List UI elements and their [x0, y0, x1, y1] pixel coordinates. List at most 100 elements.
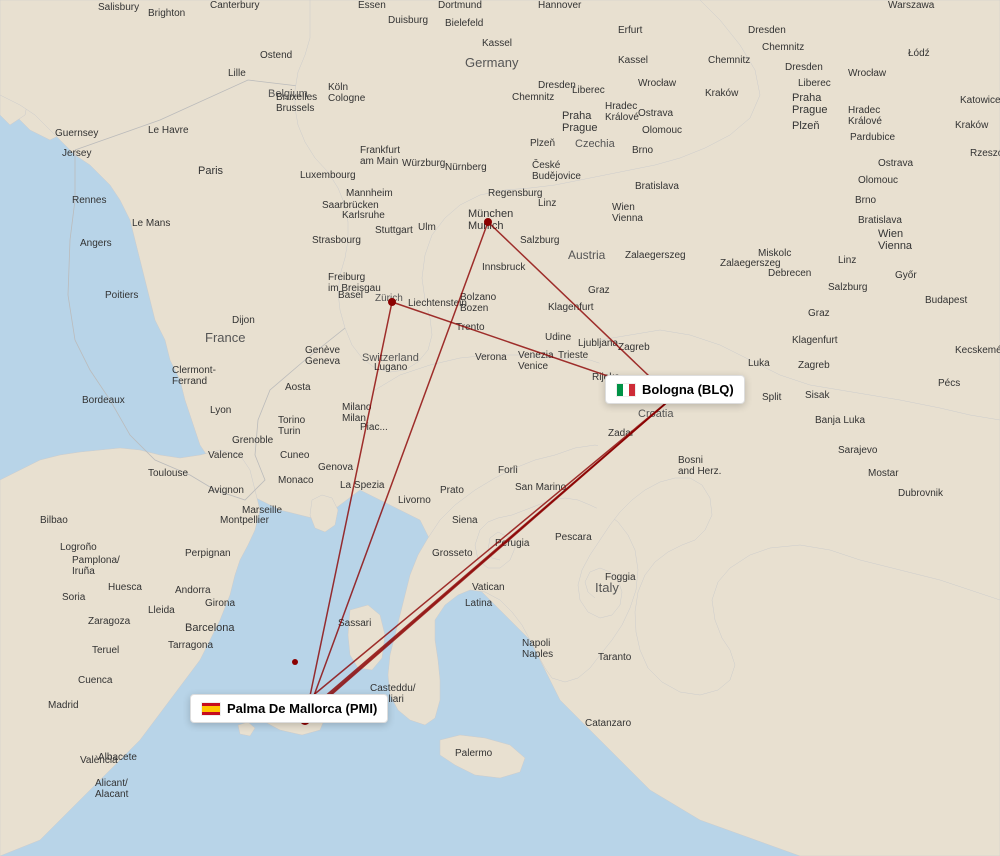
city-logrono: Logroño: [60, 542, 97, 553]
city-wroclaw: Wrocław: [638, 78, 676, 89]
city-basel: Basel: [338, 290, 363, 301]
city-hradec2: HradecKrálové: [848, 105, 882, 127]
city-vienna: WienVienna: [612, 202, 643, 224]
city-venice: VeneziaVenice: [518, 350, 554, 372]
city-lodz: Łódź: [908, 48, 930, 59]
airport-pmi-label: Palma De Mallorca (PMI): [227, 701, 377, 716]
city-innsbruck: Innsbruck: [482, 262, 525, 273]
city-paris: Paris: [198, 165, 223, 177]
city-wurzburg: Würzburg: [402, 158, 445, 169]
city-milano: MilanoMilan: [342, 402, 371, 424]
city-austria: Austria: [568, 248, 605, 262]
city-ostrava2: Ostrava: [878, 158, 913, 169]
city-france: France: [205, 330, 245, 345]
city-liechtenstein: Liechtenstein: [408, 298, 467, 309]
city-monaco: Monaco: [278, 475, 314, 486]
city-rzeszow: Rzeszów: [970, 148, 1000, 159]
city-torino: TorinoTurin: [278, 415, 305, 437]
city-sisak: Sisak: [805, 390, 829, 401]
city-czechia: Czechia: [575, 138, 615, 150]
city-strasbourg: Strasbourg: [312, 235, 361, 246]
city-dresden: Dresden: [538, 80, 576, 91]
city-bratislava2: Bratislava: [858, 215, 902, 226]
city-regensburg: Regensburg: [488, 188, 542, 199]
city-zalaegerszeg: Zalaegerszeg: [625, 250, 686, 261]
city-ceske: ČeskéBudějovice: [532, 160, 581, 182]
city-chemnitz2: Chemnitz: [708, 55, 750, 66]
city-zagreb2: Zagreb: [798, 360, 830, 371]
city-bratislava: Bratislava: [635, 181, 679, 192]
city-brno2: Brno: [855, 195, 876, 206]
city-perpignan: Perpignan: [185, 548, 231, 559]
city-sarajevo: Sarajevo: [838, 445, 877, 456]
city-linz: Linz: [538, 198, 556, 209]
city-foggia: Foggia: [605, 572, 636, 583]
city-grosseto: Grosseto: [432, 548, 473, 559]
city-bosnia: Bosniand Herz.: [678, 455, 721, 477]
city-genova: Genova: [318, 462, 353, 473]
city-cuenca: Cuenca: [78, 675, 112, 686]
city-udine: Udine: [545, 332, 571, 343]
city-liberec2: Liberec: [798, 78, 831, 89]
city-girona: Girona: [205, 598, 235, 609]
city-plzen2: Plzeň: [792, 120, 820, 132]
city-munich: MünchenMunich: [468, 208, 513, 232]
city-stuttgart: Stuttgart: [375, 225, 413, 236]
city-dubrovnik: Dubrovnik: [898, 488, 943, 499]
city-liberec: Liberec: [572, 85, 605, 96]
city-graz2: Graz: [808, 308, 830, 319]
city-le-havre: Le Havre: [148, 125, 189, 136]
city-bolzano: BolzanoBozen: [460, 292, 496, 314]
city-nurnberg: Nürnberg: [445, 162, 487, 173]
city-frankfurt: Frankfurtam Main: [360, 145, 400, 167]
city-latina: Latina: [465, 598, 492, 609]
city-olomouc: Olomouc: [642, 125, 682, 136]
city-lille: Lille: [228, 68, 246, 79]
city-bilbao: Bilbao: [40, 515, 68, 526]
city-debrecen: Debrecen: [768, 268, 811, 279]
city-valencia: València: [80, 755, 118, 766]
city-sassari: Sassari: [338, 618, 371, 629]
city-pecs: Pécs: [938, 378, 960, 389]
city-andorra: Andorra: [175, 585, 211, 596]
city-budapest: Budapest: [925, 295, 967, 306]
city-lugano: Lugano: [374, 362, 407, 373]
city-madrid: Madrid: [48, 700, 79, 711]
map-container: Bologna (BLQ) Palma De Mallorca (PMI) Br…: [0, 0, 1000, 856]
city-soria: Soria: [62, 592, 85, 603]
city-croatia: Croatia: [638, 408, 673, 420]
city-naples: NapoliNaples: [522, 638, 553, 660]
city-prato: Prato: [440, 485, 464, 496]
city-alicante: Alicant/Alacant: [95, 778, 128, 800]
city-gyor: Győr: [895, 270, 917, 281]
city-vatican: Vatican: [472, 582, 505, 593]
city-zurich: Zürich: [375, 293, 403, 304]
city-ostend: Ostend: [260, 50, 292, 61]
city-salzburg: Salzburg: [520, 235, 559, 246]
italy-flag: [616, 383, 636, 397]
city-bielefeld: Bielefeld: [445, 18, 483, 29]
city-huesca: Huesca: [108, 582, 142, 593]
city-salisbury: Salisbury: [98, 2, 139, 13]
city-valence: Valence: [208, 450, 243, 461]
city-kassel: Kassel: [618, 55, 648, 66]
city-zagreb: Zagreb: [618, 342, 650, 353]
city-perugia: Perugia: [495, 538, 529, 549]
city-prague: PrahaPrague: [562, 110, 597, 134]
city-hannover: Hannover: [538, 0, 581, 11]
city-trento: Trento: [456, 322, 485, 333]
city-rennes: Rennes: [72, 195, 106, 206]
city-klagenfurt2: Klagenfurt: [792, 335, 838, 346]
city-luxembourg: Luxembourg: [300, 170, 356, 181]
city-palermo: Palermo: [455, 748, 492, 759]
city-brighton: Brighton: [148, 8, 185, 19]
city-germany: Germany: [465, 55, 518, 70]
city-prague2: PrahaPrague: [792, 92, 827, 116]
city-mannheim: Mannheim: [346, 188, 393, 199]
city-ulm: Ulm: [418, 222, 436, 233]
city-salzburg2: Salzburg: [828, 282, 867, 293]
airport-popup-pmi: Palma De Mallorca (PMI): [190, 694, 388, 723]
city-split: Split: [762, 392, 781, 403]
city-taranto: Taranto: [598, 652, 631, 663]
city-zaragoza: Zaragoza: [88, 616, 130, 627]
